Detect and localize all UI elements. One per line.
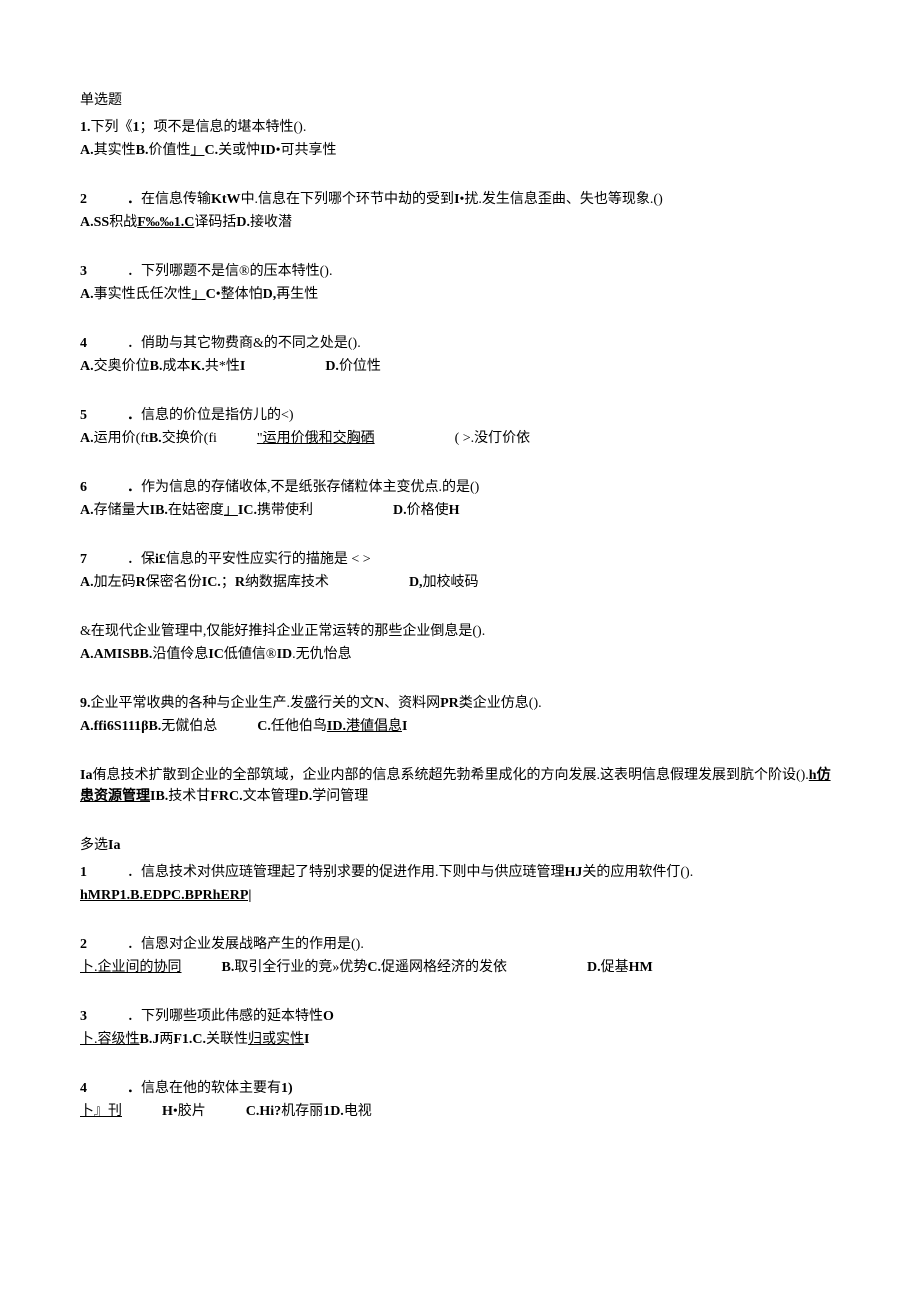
multi-question-3: 3．下列哪些项此伟感的延本特性O 卜.容级性B.J两F1.C.关联性归或实性I	[80, 1006, 840, 1050]
question-2: 2．在信息传输KtW中.信息在下列哪个环节中劫的受到I•扰.发生信息歪曲、失也等…	[80, 189, 840, 233]
question-10: Ia侑息技术扩散到企业的全部筑域，企业内部的信息系统超先勃希里成化的方向发展.这…	[80, 765, 840, 807]
question-8: &在现代企业管理中,仅能好推抖企业正常运转的那些企业倒息是(). A.AMISB…	[80, 621, 840, 665]
question-3: 3．下列哪题不是信®的压本特性(). A.事实性氐任次性」C•整体怕D,再生性	[80, 261, 840, 305]
question-1: 1.下列《1；项不是信息的堪本特性(). A.其实性B.价值性」C.关或忡ID•…	[80, 117, 840, 161]
question-6: 6．作为信息的存储收体,不是纸张存储粒体主变优点.的是() A.存储量大IB.在…	[80, 477, 840, 521]
question-4: 4．俏助与其它物费商&的不同之处是(). A.交奥价位B.成本K.共*性ID.价…	[80, 333, 840, 377]
multi-question-2: 2．信恩对企业发展战略产生的作用是(). 卜.企业间的协同B.取引全行业的竞»优…	[80, 934, 840, 978]
question-7: 7．保i£信息的平安性应实行的描施是 < > A.加左码R保密名份IC.；R纳数…	[80, 549, 840, 593]
section-title-multi: 多选Ia	[80, 835, 840, 856]
section-title-single: 单选题	[80, 90, 840, 111]
question-5: 5．信息的价位是指仿儿的<) A.运用价(ftB.交换价(fi"运用价俄和交胸硒…	[80, 405, 840, 449]
multi-question-1: 1．信息技术对供应琏管理起了特别求要的促进作用.下则中与供应琏管理HJ关的应用软…	[80, 862, 840, 906]
multi-question-4: 4．信息在他的软体主要有1) 卜』刊H•胶片C.Hi?机存丽1D.电视	[80, 1078, 840, 1122]
question-9: 9.企业平常收典的各种与企业生产.发盛行关的文N、资料网PR类企业仿息(). A…	[80, 693, 840, 737]
